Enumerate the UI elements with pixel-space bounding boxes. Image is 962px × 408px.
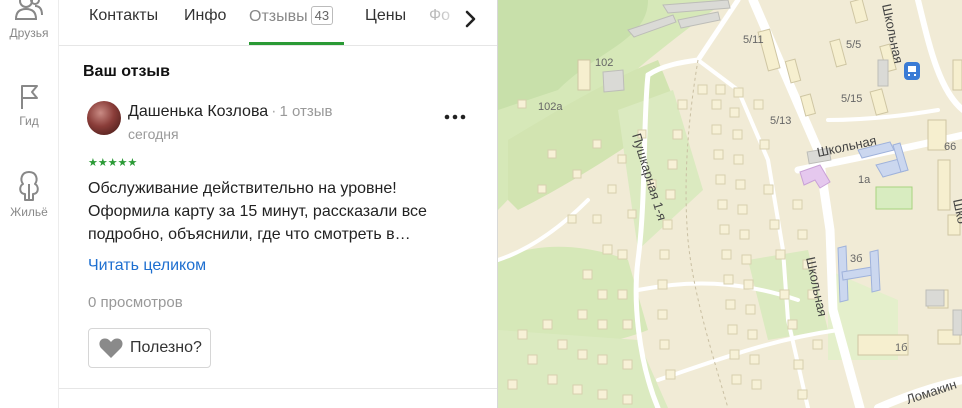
review-date: сегодня: [128, 126, 179, 142]
review-author-line: Дашенька Козлова · 1 отзыв: [128, 103, 333, 121]
building-number: 1б: [895, 342, 907, 354]
building-number: 66: [944, 141, 956, 153]
building-number: 5/15: [841, 93, 862, 105]
read-more-link[interactable]: Читать целиком: [88, 257, 206, 275]
tab-info[interactable]: Инфо: [184, 7, 226, 25]
heart-icon: [99, 338, 123, 358]
reviews-count-badge: 43: [310, 6, 334, 25]
building-number: 102: [595, 57, 613, 69]
tab-bar: Контакты Инфо Отзывы43 Цены Фо: [59, 0, 497, 46]
section-title: Ваш отзыв: [83, 63, 170, 80]
author-separator: ·: [271, 103, 277, 120]
friends-icon: [14, 0, 43, 20]
left-rail: Друзья Гид Жильё: [0, 0, 59, 408]
tab-prices[interactable]: Цены: [365, 7, 406, 25]
tab-contacts[interactable]: Контакты: [89, 7, 158, 25]
chevron-right-icon[interactable]: [459, 8, 481, 30]
building-number: 5/13: [770, 115, 791, 127]
building-number: 5/5: [846, 39, 861, 51]
review-text-line: подробно, объяснили, где что смотреть в…: [88, 226, 411, 243]
reviews-panel: Контакты Инфо Отзывы43 Цены Фо Ваш отзыв…: [59, 0, 498, 408]
rail-item-friends-label: Друзья: [9, 26, 49, 40]
active-tab-indicator: [249, 42, 344, 45]
building-number: 102а: [538, 101, 563, 113]
author-reviews-count: 1 отзыв: [279, 103, 333, 120]
tab-reviews[interactable]: Отзывы 43: [249, 6, 334, 26]
rail-item-guide[interactable]: Гид: [0, 83, 58, 128]
housing-icon: [19, 171, 39, 201]
map-view[interactable]: Пушкарная 1-я Школьная Школьная Школьная…: [498, 0, 962, 408]
building-number: 1а: [858, 174, 871, 186]
tab-reviews-label: Отзывы: [249, 8, 308, 25]
review-divider: [59, 388, 497, 389]
flag-icon: [21, 85, 38, 109]
avatar[interactable]: [87, 101, 121, 135]
views-count: 0 просмотров: [88, 294, 183, 311]
review-author-name[interactable]: Дашенька Козлова: [128, 103, 268, 120]
useful-button-label: Полезно?: [130, 339, 202, 356]
building-number: 5/11: [743, 34, 764, 46]
more-options-icon[interactable]: [443, 106, 467, 128]
useful-button[interactable]: Полезно?: [88, 328, 211, 368]
review-text-line: Оформила карту за 15 минут, рассказали в…: [88, 203, 427, 220]
rail-item-friends[interactable]: Друзья: [0, 0, 58, 40]
review-text: Обслуживание действительно на уровне! Оф…: [88, 177, 468, 246]
bus-stop-icon[interactable]: [904, 62, 920, 80]
rail-item-housing-label: Жильё: [10, 205, 48, 219]
rating-stars: ★★★★★: [88, 157, 138, 169]
rail-item-guide-label: Гид: [19, 114, 39, 128]
review-text-line: Обслуживание действительно на уровне!: [88, 180, 397, 197]
map-green-area: [875, 186, 913, 210]
rail-item-housing[interactable]: Жильё: [0, 170, 58, 219]
building-number: 3б: [850, 253, 862, 265]
